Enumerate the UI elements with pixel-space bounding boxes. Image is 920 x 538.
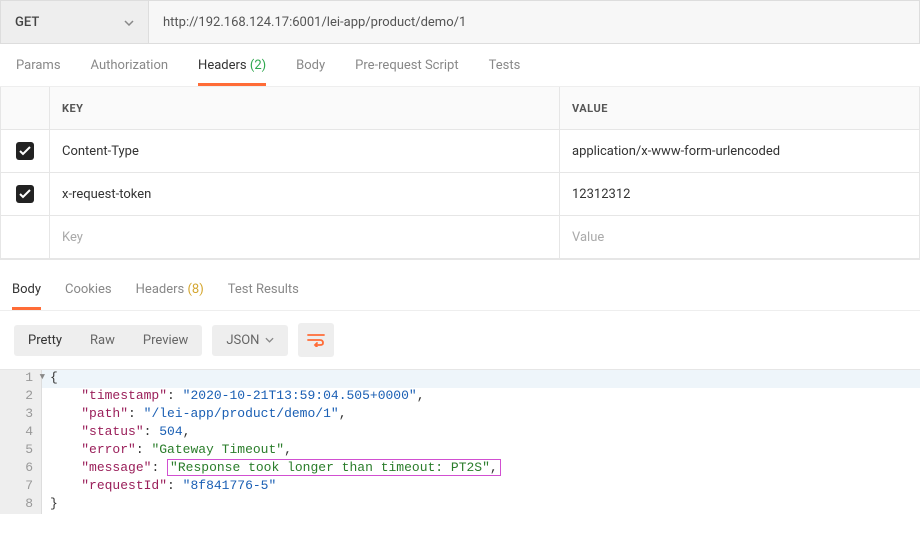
table-row: x-request-token 12312312	[1, 173, 919, 216]
chevron-down-icon	[124, 15, 134, 30]
request-bar: GET http://192.168.124.17:6001/lei-app/p…	[0, 0, 920, 44]
line-number: 2	[0, 388, 42, 406]
rtab-body[interactable]: Body	[12, 282, 41, 310]
format-select[interactable]: JSON	[212, 325, 288, 356]
tab-headers[interactable]: Headers (2)	[198, 58, 266, 86]
line-number: 7	[0, 478, 42, 496]
rtab-headers[interactable]: Headers (8)	[136, 282, 204, 310]
tab-params[interactable]: Params	[16, 58, 61, 86]
table-row-new[interactable]: Key Value	[1, 216, 919, 259]
chevron-down-icon	[265, 337, 274, 343]
raw-button[interactable]: Raw	[76, 325, 129, 356]
tab-body[interactable]: Body	[296, 58, 325, 86]
wrap-toggle[interactable]	[298, 323, 334, 357]
format-label: JSON	[226, 333, 259, 348]
line-number: 4	[0, 424, 42, 442]
response-toolbar: Pretty Raw Preview JSON	[0, 311, 920, 369]
rtab-headers-label: Headers	[136, 282, 185, 297]
headers-table: KEY VALUE Content-Type application/x-www…	[0, 87, 920, 260]
tab-tests[interactable]: Tests	[489, 58, 521, 86]
headers-table-head: KEY VALUE	[1, 87, 919, 130]
line-number: 6	[0, 460, 42, 478]
preview-button[interactable]: Preview	[129, 325, 202, 356]
method-label: GET	[15, 15, 39, 30]
row-checkbox[interactable]	[16, 185, 34, 203]
cell-key[interactable]: x-request-token	[49, 173, 559, 215]
tab-authorization[interactable]: Authorization	[91, 58, 169, 86]
row-checkbox[interactable]	[16, 142, 34, 160]
view-mode-group: Pretty Raw Preview	[14, 325, 202, 356]
cell-key[interactable]: Content-Type	[49, 130, 559, 172]
tab-headers-label: Headers	[198, 58, 247, 73]
url-input[interactable]: http://192.168.124.17:6001/lei-app/produ…	[149, 1, 919, 43]
rtab-cookies[interactable]: Cookies	[65, 282, 112, 310]
cell-value[interactable]: 12312312	[559, 173, 919, 215]
cell-value[interactable]: application/x-www-form-urlencoded	[559, 130, 919, 172]
response-tabs: Body Cookies Headers (8) Test Results	[0, 268, 920, 311]
line-number: 5	[0, 442, 42, 460]
response-body[interactable]: 1▼{ 2 "timestamp": "2020-10-21T13:59:04.…	[0, 369, 920, 514]
pretty-button[interactable]: Pretty	[14, 325, 76, 356]
rtab-testresults[interactable]: Test Results	[228, 282, 299, 310]
rtab-headers-count: (8)	[187, 282, 203, 297]
method-select[interactable]: GET	[1, 1, 149, 43]
key-placeholder[interactable]: Key	[49, 216, 559, 258]
line-number: 3	[0, 406, 42, 424]
table-row: Content-Type application/x-www-form-urle…	[1, 130, 919, 173]
wrap-icon	[307, 333, 325, 347]
value-placeholder[interactable]: Value	[559, 216, 919, 258]
request-tabs: Params Authorization Headers (2) Body Pr…	[0, 44, 920, 87]
col-value: VALUE	[559, 87, 919, 129]
tab-prerequest[interactable]: Pre-request Script	[355, 58, 458, 86]
line-number: 8	[0, 496, 42, 514]
line-number: 1▼	[0, 370, 42, 388]
highlighted-message: "Response took longer than timeout: PT2S…	[167, 459, 501, 476]
tab-headers-count: (2)	[250, 58, 266, 73]
fold-icon[interactable]: ▼	[40, 372, 45, 382]
col-key: KEY	[49, 87, 559, 129]
